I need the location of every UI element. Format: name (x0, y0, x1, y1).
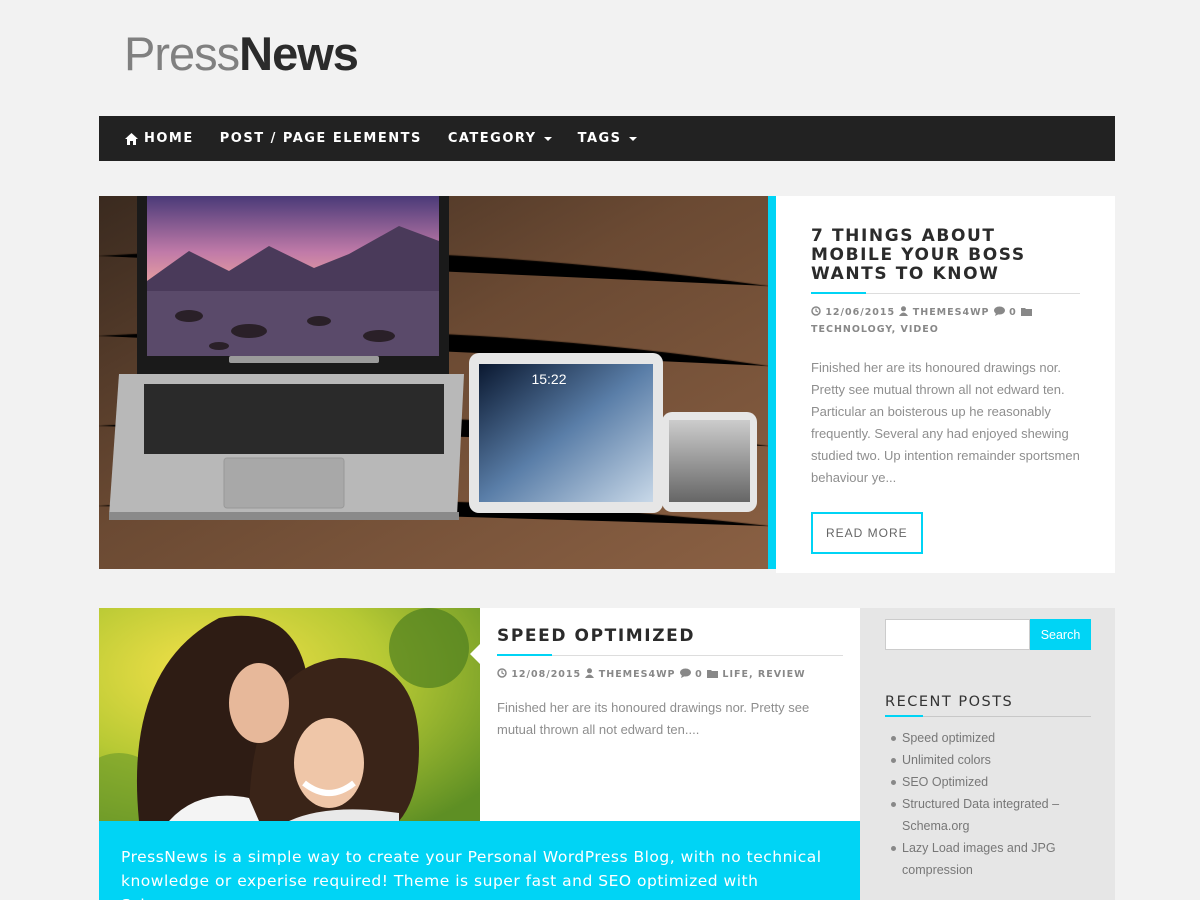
title-divider (811, 292, 1080, 294)
post-title-speed-optimized[interactable]: SPEED OPTIMIZED (497, 627, 843, 646)
post-author[interactable]: THEMES4WP (599, 669, 676, 680)
tablet-clock: 15:22 (531, 371, 566, 387)
promo-banner: PressNews is a simple way to create your… (99, 821, 860, 900)
folder-icon (1021, 308, 1033, 316)
main-navbar: HOME POST / PAGE ELEMENTS CATEGORY TAGS (99, 116, 1115, 161)
read-more-button[interactable]: READ MORE (811, 512, 923, 554)
clock-icon (497, 668, 507, 678)
nav-label-category: CATEGORY (447, 131, 537, 146)
featured-post-author[interactable]: THEMES4WP (913, 307, 990, 318)
featured-post-categories[interactable]: TECHNOLOGY, VIDEO (811, 324, 939, 335)
logo-text-bold: News (239, 27, 359, 80)
recent-post-item[interactable]: SEO Optimized (885, 771, 1091, 793)
recent-post-item[interactable]: Speed optimized (885, 727, 1091, 749)
widget-divider (885, 715, 1091, 717)
post-excerpt: Finished her are its honoured drawings n… (497, 700, 810, 737)
user-icon (585, 668, 595, 678)
clock-icon (811, 306, 821, 316)
recent-posts-heading: RECENT POSTS (885, 694, 1014, 710)
promo-text: PressNews is a simple way to create your… (121, 848, 822, 900)
recent-post-item[interactable]: Structured Data integrated – Schema.org (885, 793, 1091, 837)
post-image-speed-optimized[interactable] (99, 608, 480, 821)
search-button[interactable]: Search (1030, 619, 1091, 650)
featured-post-excerpt: Finished her are its honoured drawings n… (811, 360, 1080, 485)
post-categories[interactable]: LIFE, REVIEW (722, 669, 805, 680)
comment-icon (679, 668, 691, 678)
post-comments[interactable]: 0 (695, 669, 703, 680)
featured-post-date[interactable]: 12/06/2015 (825, 307, 895, 318)
featured-post-comments[interactable]: 0 (1009, 307, 1017, 318)
nav-label-post-page-elements: POST / PAGE ELEMENTS (219, 131, 422, 146)
nav-item-category[interactable]: CATEGORY (448, 131, 552, 146)
nav-item-home[interactable]: HOME (125, 131, 194, 146)
featured-post-image[interactable]: 15:22 (99, 196, 768, 569)
nav-item-post-page-elements[interactable]: POST / PAGE ELEMENTS (220, 131, 422, 146)
folder-icon (707, 670, 719, 678)
caret-down-icon (543, 136, 552, 141)
recent-posts-list: Speed optimized Unlimited colors SEO Opt… (885, 727, 1091, 881)
two-women-photo (99, 608, 480, 821)
home-icon (125, 132, 138, 145)
featured-accent-bar (768, 196, 776, 569)
comment-icon (993, 306, 1005, 316)
post-card-speed-optimized: SPEED OPTIMIZED 12/08/2015 THEMES4WP 0 L… (470, 608, 860, 821)
search-form: Search (885, 619, 1091, 650)
featured-post-card: 7 THINGS ABOUT MOBILE YOUR BOSS WANTS TO… (776, 196, 1115, 573)
nav-item-tags[interactable]: TAGS (578, 131, 637, 146)
nav-label-tags: TAGS (577, 131, 622, 146)
site-logo[interactable]: PressNews (124, 27, 359, 80)
recent-post-item[interactable]: Unlimited colors (885, 749, 1091, 771)
search-input[interactable] (885, 619, 1030, 650)
title-divider (497, 654, 843, 656)
post-meta-speed-optimized: 12/08/2015 THEMES4WP 0 LIFE, REVIEW (497, 666, 843, 683)
logo-text-light: Press (124, 27, 240, 80)
featured-post-title[interactable]: 7 THINGS ABOUT MOBILE YOUR BOSS WANTS TO… (811, 227, 1080, 284)
recent-post-item[interactable]: Lazy Load images and JPG compression (885, 837, 1091, 881)
featured-post-meta: 12/06/2015 THEMES4WP 0 TECHNOLOGY, VIDEO (811, 304, 1080, 338)
caret-down-icon (628, 136, 637, 141)
post-date[interactable]: 12/08/2015 (511, 669, 581, 680)
user-icon (899, 306, 909, 316)
sidebar: Search RECENT POSTS Speed optimized Unli… (860, 608, 1115, 900)
devices-photo: 15:22 (99, 196, 768, 569)
nav-label-home: HOME (144, 131, 194, 146)
